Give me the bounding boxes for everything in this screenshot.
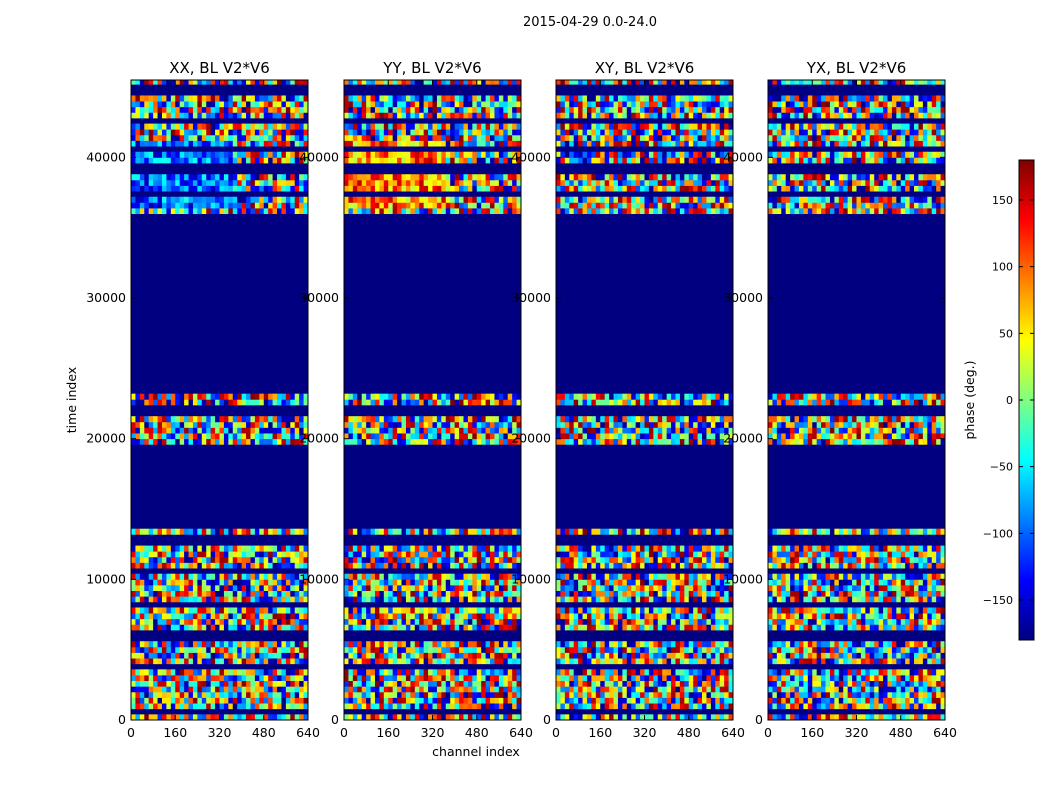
y-tick-label: 20000 — [723, 431, 763, 446]
y-tick-label: 10000 — [86, 571, 126, 586]
figure: 2015-04-29 0.0-24.0 XX, BL V2*V6 0 160 320 4… — [64, 15, 1035, 759]
colorbar-label: phase (deg.) — [962, 361, 977, 440]
x-tick-label: 640 — [933, 725, 957, 740]
x-tick-label: 640 — [721, 725, 745, 740]
y-axis-label: time index — [64, 367, 79, 433]
colorbar-tick-label: 100 — [992, 261, 1013, 274]
x-tick-label: 160 — [588, 725, 612, 740]
phase-heatmap — [768, 80, 945, 720]
x-tick-label: 640 — [509, 725, 533, 740]
y-tick-label: 40000 — [299, 149, 339, 164]
x-axis-label: channel index — [432, 744, 520, 759]
colorbar-tick-label: 50 — [999, 327, 1013, 340]
y-tick-label: 0 — [118, 712, 126, 727]
y-tick-label: 0 — [755, 712, 763, 727]
colorbar-tick-label: −50 — [990, 461, 1013, 474]
colorbar-tick-label: 0 — [1006, 394, 1013, 407]
x-tick-label: 160 — [376, 725, 400, 740]
x-tick-label: 480 — [677, 725, 701, 740]
colorbar: 150 100 50 0 −50 −100 −150 — [983, 159, 1035, 641]
panel-title: YX, BL V2*V6 — [806, 59, 907, 77]
phase-heatmap — [131, 80, 308, 720]
x-tick-label: 480 — [252, 725, 276, 740]
x-tick-label: 320 — [845, 725, 869, 740]
panel-title: YY, BL V2*V6 — [382, 59, 481, 77]
y-tick-label: 10000 — [723, 571, 763, 586]
y-tick-label: 30000 — [299, 290, 339, 305]
y-tick-label: 0 — [543, 712, 551, 727]
y-tick-label: 10000 — [299, 571, 339, 586]
x-tick-label: 640 — [296, 725, 320, 740]
colorbar-tick-label: 150 — [992, 194, 1013, 207]
y-tick-label: 40000 — [723, 149, 763, 164]
y-tick-label: 20000 — [299, 431, 339, 446]
panel-title: XX, BL V2*V6 — [169, 59, 270, 77]
y-tick-label: 20000 — [86, 431, 126, 446]
panel-yx: YX, BL V2*V6 0 160 320 480 640 0 10000 20000 3000… — [723, 59, 957, 740]
y-tick-label: 10000 — [511, 571, 551, 586]
x-tick-label: 0 — [552, 725, 560, 740]
panel-yy: YY, BL V2*V6 0 160 320 480 640 0 10000 20000 3000… — [299, 59, 533, 740]
panel-xx: XX, BL V2*V6 0 160 320 480 640 0 10000 20000 3000… — [86, 59, 320, 740]
x-tick-label: 160 — [800, 725, 824, 740]
phase-heatmap — [344, 80, 521, 720]
x-tick-label: 480 — [465, 725, 489, 740]
phase-heatmap — [556, 80, 733, 720]
colorbar-tick-label: −100 — [983, 527, 1013, 540]
panel-xy: XY, BL V2*V6 0 160 320 480 640 0 10000 20000 3000… — [511, 59, 745, 740]
y-tick-label: 20000 — [511, 431, 551, 446]
y-tick-label: 30000 — [86, 290, 126, 305]
y-tick-label: 30000 — [511, 290, 551, 305]
x-tick-label: 0 — [127, 725, 135, 740]
panel-title: XY, BL V2*V6 — [595, 59, 695, 77]
x-tick-label: 0 — [340, 725, 348, 740]
x-tick-label: 0 — [764, 725, 772, 740]
x-tick-label: 320 — [633, 725, 657, 740]
colorbar-tick-label: −150 — [983, 594, 1013, 607]
x-tick-label: 160 — [163, 725, 187, 740]
y-tick-label: 40000 — [86, 149, 126, 164]
y-tick-label: 40000 — [511, 149, 551, 164]
panels: XX, BL V2*V6 0 160 320 480 640 0 10000 20000 3000… — [86, 59, 957, 740]
y-tick-label: 0 — [331, 712, 339, 727]
x-tick-label: 480 — [889, 725, 913, 740]
x-tick-label: 320 — [421, 725, 445, 740]
x-tick-label: 320 — [208, 725, 232, 740]
figure-suptitle: 2015-04-29 0.0-24.0 — [523, 15, 657, 30]
y-tick-label: 30000 — [723, 290, 763, 305]
